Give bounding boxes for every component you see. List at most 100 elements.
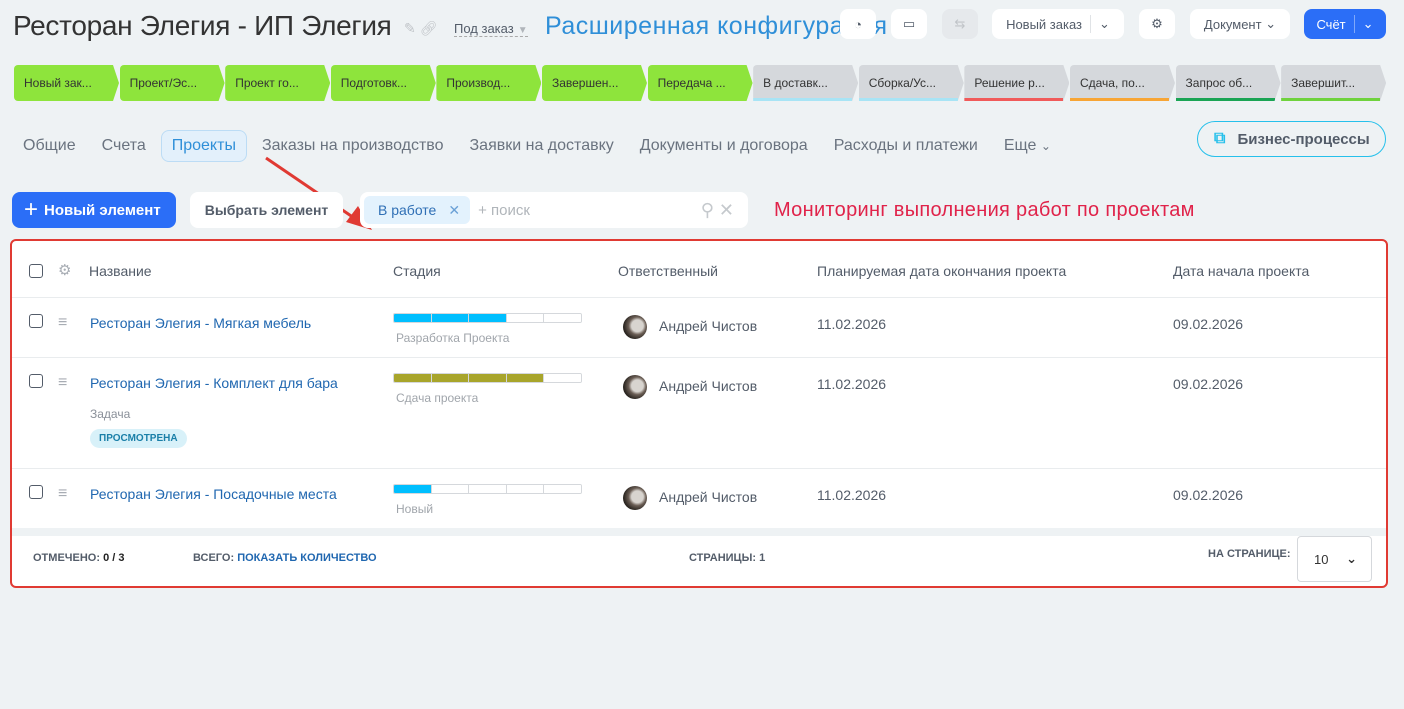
tab-1[interactable]: Счета xyxy=(102,131,146,161)
select-element-button[interactable]: Выбрать элемент xyxy=(190,192,343,228)
invoice-button[interactable]: Счёт ⌄ xyxy=(1304,9,1386,39)
stage-label: Производ... xyxy=(446,76,511,90)
column-owner[interactable]: Ответственный xyxy=(618,263,718,279)
tab-2[interactable]: Проекты xyxy=(160,130,247,162)
column-start-date[interactable]: Дата начала проекта xyxy=(1173,263,1309,279)
tab-label: Заявки на доставку xyxy=(469,137,614,154)
progress-segment xyxy=(506,374,545,382)
close-icon[interactable]: ✕ xyxy=(448,202,460,219)
stage-1[interactable]: Проект/Эс... xyxy=(120,65,225,101)
stage-5[interactable]: Завершен... xyxy=(542,65,647,101)
convert-icon: ⇆ xyxy=(954,16,966,31)
drag-handle-icon[interactable]: ≡ xyxy=(58,486,74,502)
clear-icon[interactable]: ✕ xyxy=(719,200,734,220)
new-order-button[interactable]: Новый заказ ⌄ xyxy=(992,9,1124,39)
stage-progress[interactable] xyxy=(393,313,582,323)
stage-label: Подготовк... xyxy=(340,76,408,90)
tab-3[interactable]: Заказы на производство xyxy=(262,131,444,161)
stage-label: Запрос об... xyxy=(1185,76,1253,90)
stage-label: Новый xyxy=(396,502,434,516)
avatar[interactable] xyxy=(623,375,647,399)
stage-2[interactable]: Проект го... xyxy=(225,65,330,101)
search-icon[interactable]: ⚲ xyxy=(701,200,714,220)
settings-button[interactable]: ⚙ xyxy=(1139,9,1175,39)
stage-label: Разработка Проекта xyxy=(396,331,510,345)
drag-handle-icon[interactable]: ≡ xyxy=(58,315,74,331)
filter-search[interactable]: В работе ✕ + поиск ⚲ ✕ xyxy=(360,192,748,228)
filter-chip[interactable]: В работе ✕ xyxy=(364,196,471,224)
new-element-button[interactable]: + Новый элемент xyxy=(12,192,176,228)
chevron-down-icon[interactable]: ⌄ xyxy=(1099,16,1110,32)
progress-segment xyxy=(544,485,581,493)
filter-chip-label: В работе xyxy=(378,202,437,218)
row-checkbox[interactable] xyxy=(29,485,43,499)
annotation-config: Расширенная конфигурация xyxy=(545,12,888,40)
start-date: 09.02.2026 xyxy=(1173,316,1244,332)
progress-segment xyxy=(431,314,470,322)
status-badge: ПРОСМОТРЕНА xyxy=(90,429,187,448)
chevron-down-icon: ⌄ xyxy=(1040,139,1051,153)
feed-button[interactable]: ◔ xyxy=(840,9,876,39)
progress-segment xyxy=(394,314,432,322)
page-title: Ресторан Элегия - ИП Элегия xyxy=(13,10,392,41)
tab-0[interactable]: Общие xyxy=(23,131,76,161)
stage-10[interactable]: Сдача, по... xyxy=(1070,65,1175,101)
tab-label: Счета xyxy=(101,137,146,154)
column-stage[interactable]: Стадия xyxy=(393,263,441,279)
stage-3[interactable]: Подготовк... xyxy=(331,65,436,101)
business-processes-button[interactable]: ⧉ Бизнес-процессы xyxy=(1197,121,1386,157)
owner-name[interactable]: Андрей Чистов xyxy=(659,318,757,334)
project-link[interactable]: Ресторан Элегия - Посадочные места xyxy=(90,486,337,502)
mode-select[interactable]: Под заказ ▼ xyxy=(454,21,528,37)
project-link[interactable]: Ресторан Элегия - Комплект для бара xyxy=(90,375,338,391)
show-count-link[interactable]: ПОКАЗАТЬ КОЛИЧЕСТВО xyxy=(237,552,376,564)
progress-segment xyxy=(394,374,432,382)
owner-name[interactable]: Андрей Чистов xyxy=(659,489,757,505)
progress-segment xyxy=(469,485,507,493)
progress-segment xyxy=(544,374,581,382)
stage-label: Завершит... xyxy=(1291,76,1356,90)
business-processes-label: Бизнес-процессы xyxy=(1237,130,1370,148)
column-end-date[interactable]: Планируемая дата окончания проекта xyxy=(817,263,1066,279)
print-button[interactable]: ▭ xyxy=(891,9,927,39)
tab-7[interactable]: Еще ⌄ xyxy=(1004,131,1051,161)
stage-label: Новый зак... xyxy=(24,76,92,90)
row-checkbox[interactable] xyxy=(29,314,43,328)
table-row: ≡ Ресторан Элегия - Посадочные места Новый… xyxy=(12,469,1386,529)
avatar[interactable] xyxy=(623,486,647,510)
edit-icon[interactable]: ✎ xyxy=(404,20,416,36)
project-link[interactable]: Ресторан Элегия - Мягкая мебель xyxy=(90,315,311,331)
stage-0[interactable]: Новый зак... xyxy=(14,65,119,101)
stage-4[interactable]: Производ... xyxy=(436,65,541,101)
progress-segment xyxy=(544,314,581,322)
convert-button[interactable]: ⇆ xyxy=(942,9,978,39)
stage-8[interactable]: Сборка/Ус... xyxy=(859,65,964,101)
stage-12[interactable]: Завершит... xyxy=(1281,65,1386,101)
stage-progress[interactable] xyxy=(393,484,582,494)
select-all-checkbox[interactable] xyxy=(29,264,43,278)
stage-11[interactable]: Запрос об... xyxy=(1176,65,1281,101)
stage-label: Завершен... xyxy=(551,76,619,90)
stage-6[interactable]: Передача ... xyxy=(648,65,753,101)
owner-name[interactable]: Андрей Чистов xyxy=(659,378,757,394)
drag-handle-icon[interactable]: ≡ xyxy=(58,375,74,391)
document-label: Документ xyxy=(1203,16,1262,32)
document-button[interactable]: Документ ⌄ xyxy=(1190,9,1290,39)
tab-6[interactable]: Расходы и платежи xyxy=(834,131,978,161)
tab-4[interactable]: Заявки на доставку xyxy=(470,131,614,161)
gear-icon[interactable]: ⚙ xyxy=(58,261,71,279)
column-name[interactable]: Название xyxy=(89,263,152,279)
table-row: ≡ Ресторан Элегия - Мягкая мебель Разработ… xyxy=(12,298,1386,358)
search-input[interactable]: + поиск xyxy=(478,202,701,219)
tab-5[interactable]: Документы и договора xyxy=(640,131,808,161)
per-page-select[interactable]: 10 ⌄ xyxy=(1297,536,1372,582)
stage-9[interactable]: Решение р... xyxy=(964,65,1069,101)
chevron-down-icon[interactable]: ⌄ xyxy=(1363,16,1374,32)
stage-progress[interactable] xyxy=(393,373,582,383)
stage-7[interactable]: В доставк... xyxy=(753,65,858,101)
stage-label: Сдача проекта xyxy=(396,391,479,405)
stage-bar: Новый зак... Проект/Эс... Проект го... Подг… xyxy=(14,65,1387,101)
avatar[interactable] xyxy=(623,315,647,339)
row-checkbox[interactable] xyxy=(29,374,43,388)
link-icon[interactable]: 🔗︎ xyxy=(420,20,438,36)
